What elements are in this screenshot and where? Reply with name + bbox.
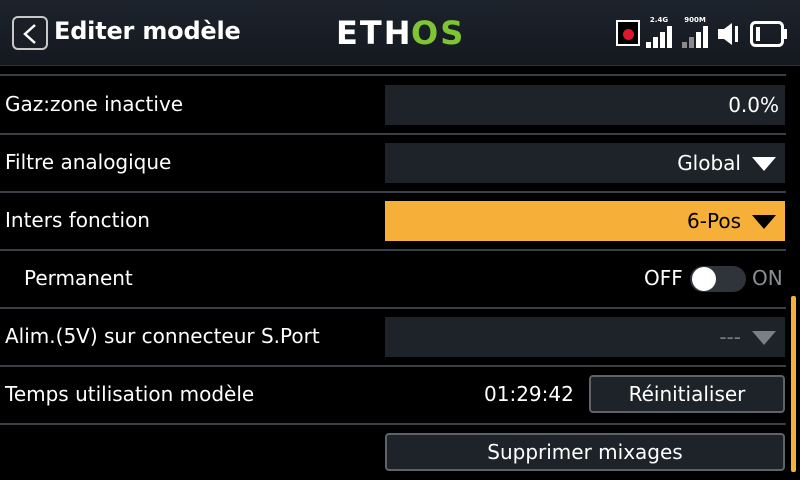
signal-bar-icon [653, 37, 658, 48]
row-analog-filter: Filtre analogique Global [0, 134, 786, 192]
chevron-left-icon [23, 24, 36, 44]
page-title: Editer modèle [54, 17, 241, 45]
row-throttle-deadzone: Gaz:zone inactive 0.0% [0, 76, 786, 134]
row-sport-power: Alim.(5V) sur connecteur S.Port --- [0, 308, 786, 366]
signal-bar-icon [660, 32, 665, 48]
function-switches-dropdown[interactable]: 6-Pos [385, 201, 785, 241]
caret-down-icon [752, 157, 776, 171]
signal-2g4: 2.4G [644, 16, 674, 50]
analog-filter-dropdown[interactable]: Global [385, 143, 785, 183]
ethos-logo: ETH OS [336, 14, 465, 50]
row-label: Temps utilisation modèle [5, 382, 255, 406]
header-bar: Editer modèle ETH OS 2.4G 900M [0, 0, 800, 66]
signal-bar-icon [646, 42, 651, 48]
field-value: 6-Pos [687, 209, 741, 233]
row-permanent: Permanent OFF ON [0, 250, 786, 308]
model-time-value: 01:29:42 [484, 382, 574, 406]
row-label: Inters fonction [5, 208, 150, 232]
signal-bar-icon [696, 32, 701, 48]
delete-mixes-button[interactable]: Supprimer mixages [385, 433, 785, 471]
field-value: 0.0% [728, 93, 779, 117]
logo-text-eth: ETH [336, 14, 412, 50]
scrollbar[interactable] [791, 296, 796, 472]
caret-down-icon [752, 331, 776, 345]
toggle-knob [692, 267, 716, 291]
signal-900m: 900M [680, 16, 710, 50]
row-label: Permanent [24, 266, 133, 290]
field-value: Global [677, 151, 741, 175]
signal-band-label: 900M [684, 16, 706, 24]
row-model-time: Temps utilisation modèle 01:29:42 Réinit… [0, 366, 786, 424]
settings-list: Gaz:zone inactive 0.0% Filtre analogique… [0, 66, 790, 480]
sport-power-dropdown[interactable]: --- [385, 317, 785, 357]
status-area: 2.4G 900M [616, 16, 788, 50]
row-label: Gaz:zone inactive [5, 92, 184, 116]
signal-bar-icon [682, 42, 687, 48]
caret-down-icon [752, 215, 776, 229]
throttle-deadzone-field[interactable]: 0.0% [385, 85, 785, 125]
row-label: Alim.(5V) sur connecteur S.Port [5, 324, 320, 348]
row-delete-mixes: Supprimer mixages [0, 424, 786, 480]
signal-bar-icon [667, 26, 672, 48]
speaker-icon [718, 23, 738, 45]
logo-text-os: OS [411, 14, 465, 50]
signal-bar-icon [703, 26, 708, 48]
row-function-switches: Inters fonction 6-Pos [0, 192, 786, 250]
record-dot-icon [623, 29, 634, 40]
reset-button[interactable]: Réinitialiser [589, 375, 785, 413]
row-label: Filtre analogique [5, 150, 172, 174]
toggle-off-label: OFF [644, 266, 683, 290]
signal-bar-icon [689, 37, 694, 48]
field-value: --- [719, 325, 741, 349]
battery-icon [750, 21, 787, 47]
recording-indicator [616, 20, 640, 46]
back-button[interactable] [12, 16, 48, 50]
toggle-on-label: ON [752, 266, 783, 290]
permanent-toggle-group: OFF ON [626, 250, 786, 306]
signal-band-label: 2.4G [649, 16, 669, 24]
permanent-toggle[interactable] [690, 266, 746, 292]
